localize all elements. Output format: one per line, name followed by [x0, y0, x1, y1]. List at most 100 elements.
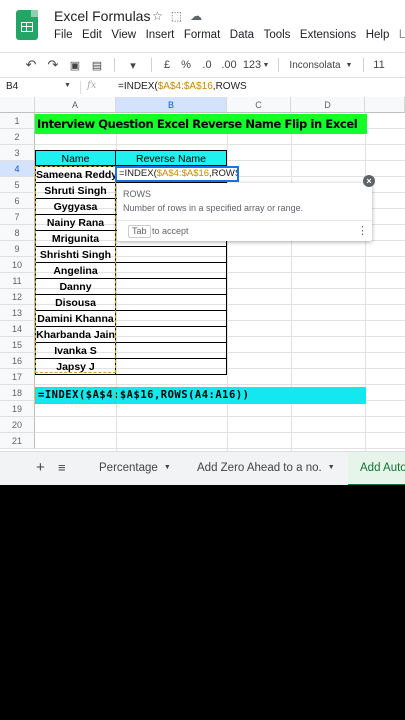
reverse-name-cell[interactable]: [115, 358, 227, 375]
name-cell[interactable]: Danny: [35, 278, 116, 295]
chevron-down-icon[interactable]: ▼: [343, 62, 355, 69]
row-header[interactable]: 15: [0, 337, 35, 353]
row-header[interactable]: 12: [0, 289, 35, 305]
reverse-name-cell[interactable]: [115, 278, 227, 295]
reverse-name-cell[interactable]: [115, 246, 227, 263]
column-header-a[interactable]: A: [35, 97, 116, 113]
redo-icon[interactable]: ↷: [44, 57, 62, 73]
chevron-down-icon[interactable]: ▼: [262, 62, 270, 69]
name-cell[interactable]: Damini Khanna: [35, 310, 116, 327]
decrease-decimal-button[interactable]: .0: [198, 59, 216, 71]
cloud-status-icon[interactable]: ☁: [190, 9, 202, 23]
reverse-name-cell[interactable]: [115, 342, 227, 359]
row-header[interactable]: 2: [0, 129, 35, 145]
menu-help[interactable]: Help: [366, 29, 390, 41]
row-header[interactable]: 6: [0, 193, 35, 209]
more-formats-button[interactable]: 123: [242, 59, 262, 71]
name-box[interactable]: B4: [6, 81, 18, 92]
corner-cell[interactable]: [0, 97, 35, 113]
paint-format-icon[interactable]: ▤: [88, 59, 106, 72]
row-header[interactable]: 10: [0, 257, 35, 273]
name-cell[interactable]: Shrishti Singh: [35, 246, 116, 263]
name-cell[interactable]: Ivanka S: [35, 342, 116, 359]
menu-extensions[interactable]: Extensions: [300, 29, 356, 41]
menu-last-edit[interactable]: L: [399, 29, 405, 41]
row-header[interactable]: 14: [0, 321, 35, 337]
row-header[interactable]: 4: [0, 161, 35, 177]
reverse-name-cell[interactable]: [115, 310, 227, 327]
tab-label: Add Auto: [360, 462, 405, 474]
name-header-cell[interactable]: Name: [35, 150, 116, 166]
star-icon[interactable]: ☆: [152, 9, 163, 23]
document-title[interactable]: Excel Formulas: [54, 8, 150, 24]
row-header[interactable]: 21: [0, 433, 35, 449]
column-header-e[interactable]: [365, 97, 405, 113]
name-cell[interactable]: Sameena Reddy: [35, 166, 116, 183]
function-tooltip: ROWS Number of rows in a specified array…: [117, 183, 372, 241]
toolbar-divider: [114, 58, 115, 72]
add-sheet-icon[interactable]: +: [36, 459, 45, 476]
row-header[interactable]: 11: [0, 273, 35, 289]
tab-add-auto[interactable]: Add Auto: [348, 452, 405, 485]
font-select[interactable]: Inconsolata: [287, 60, 343, 71]
name-cell[interactable]: Kharbanda Jain: [35, 326, 116, 343]
more-vert-icon[interactable]: ⋮: [357, 224, 368, 237]
tab-percentage[interactable]: Percentage ▼: [99, 462, 171, 474]
menu-view[interactable]: View: [111, 29, 136, 41]
sheets-logo-icon[interactable]: [16, 10, 38, 40]
column-header-c[interactable]: C: [227, 97, 291, 113]
menu-file[interactable]: File: [54, 29, 73, 41]
row-header[interactable]: 9: [0, 241, 35, 257]
close-icon[interactable]: ×: [363, 175, 375, 187]
grid-row-line: [35, 144, 405, 145]
reverse-name-cell[interactable]: [115, 262, 227, 279]
row-header[interactable]: 16: [0, 353, 35, 369]
grid-row-line: [35, 416, 405, 417]
zoom-menu[interactable]: ▾: [123, 59, 143, 72]
editor-range: $A$4:$A$16: [156, 168, 210, 179]
menu-tools[interactable]: Tools: [264, 29, 291, 41]
name-cell[interactable]: Angelina: [35, 262, 116, 279]
all-sheets-icon[interactable]: ≡: [58, 460, 66, 475]
percent-button[interactable]: %: [178, 59, 194, 71]
menu-data[interactable]: Data: [230, 29, 254, 41]
chevron-down-icon[interactable]: ▼: [64, 82, 71, 89]
row-header[interactable]: 17: [0, 369, 35, 385]
reverse-name-cell[interactable]: [115, 326, 227, 343]
name-cell[interactable]: Gygyasa: [35, 198, 116, 215]
row-header[interactable]: 1: [0, 113, 35, 129]
formula-input[interactable]: =INDEX($A$4:$A$16,ROWS: [118, 81, 247, 92]
row-header[interactable]: 20: [0, 417, 35, 433]
move-folder-icon[interactable]: ⬚: [171, 9, 182, 23]
title-banner[interactable]: Interview Question Excel Reverse Name Fl…: [35, 114, 367, 134]
menu-edit[interactable]: Edit: [82, 29, 102, 41]
currency-button[interactable]: £: [160, 59, 174, 71]
reverse-name-cell[interactable]: [115, 294, 227, 311]
font-size-field[interactable]: 11: [372, 59, 386, 71]
row-header[interactable]: 5: [0, 177, 35, 193]
reverse-name-header-cell[interactable]: Reverse Name: [115, 150, 227, 166]
row-header[interactable]: 13: [0, 305, 35, 321]
name-cell[interactable]: Disousa: [35, 294, 116, 311]
row-header[interactable]: 3: [0, 145, 35, 161]
name-cell[interactable]: Japsy J: [35, 358, 116, 375]
row-header[interactable]: 19: [0, 401, 35, 417]
name-cell[interactable]: Shruti Singh: [35, 182, 116, 199]
menu-insert[interactable]: Insert: [146, 29, 175, 41]
column-header-b[interactable]: B: [116, 97, 227, 113]
column-header-d[interactable]: D: [291, 97, 365, 113]
tab-add-zero[interactable]: Add Zero Ahead to a no. ▼: [197, 462, 335, 474]
name-cell[interactable]: Mrigunita: [35, 230, 116, 247]
print-icon[interactable]: ▣: [66, 59, 84, 72]
editor-prefix: =INDEX(: [119, 168, 157, 179]
active-cell-editor[interactable]: =INDEX($A$4:$A$16,ROWS: [115, 166, 239, 182]
undo-icon[interactable]: ↶: [22, 57, 40, 73]
increase-decimal-button[interactable]: .00: [218, 59, 240, 71]
row-header[interactable]: 18: [0, 385, 35, 401]
name-cell[interactable]: Nainy Rana: [35, 214, 116, 231]
row-header[interactable]: 7: [0, 209, 35, 225]
row-header[interactable]: 8: [0, 225, 35, 241]
formula-bar: B4 ▼ fx =INDEX($A$4:$A$16,ROWS: [0, 77, 405, 98]
menu-format[interactable]: Format: [184, 29, 220, 41]
formula-display-row[interactable]: =INDEX($A$4:$A$16,ROWS(A4:A16)): [35, 387, 366, 404]
